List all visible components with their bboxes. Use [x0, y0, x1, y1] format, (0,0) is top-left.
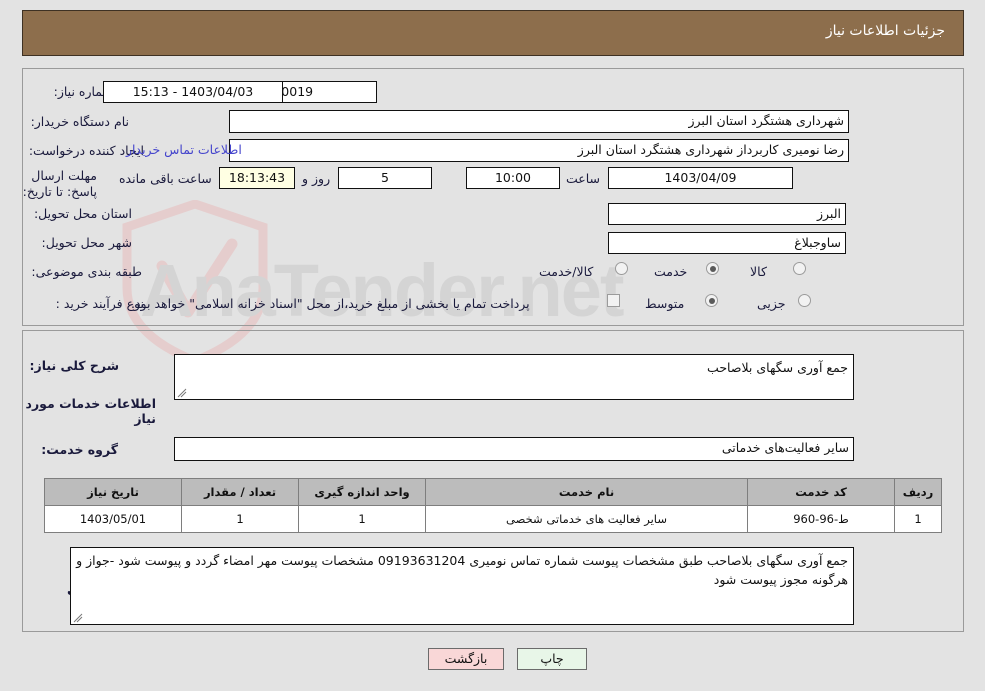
- process-label: نوع فرآیند خرید :: [55, 296, 144, 311]
- th-name: نام خدمت: [425, 478, 748, 506]
- cell-unit: 1: [298, 505, 426, 533]
- category-label-kala-khedmat: کالا/خدمت: [539, 264, 594, 279]
- category-radio-kala-khedmat[interactable]: [615, 262, 628, 275]
- th-unit: واحد اندازه گیری: [298, 478, 426, 506]
- province-value: البرز: [608, 203, 846, 225]
- cell-code: ط-96-960: [747, 505, 895, 533]
- services-table: ردیف کد خدمت نام خدمت واحد اندازه گیری ت…: [44, 478, 942, 533]
- resize-grip-icon[interactable]: [177, 388, 187, 398]
- remarks-text: جمع آوری سگهای بلاصاحب طبق مشخصات پیوست …: [76, 553, 848, 587]
- process-radio-motavasset[interactable]: [705, 294, 718, 307]
- process-label-motavasset: متوسط: [645, 296, 685, 311]
- category-radio-khedmat[interactable]: [706, 262, 719, 275]
- city-label: شهر محل تحویل:: [41, 235, 132, 250]
- cell-name: سایر فعالیت های خدماتی شخصی: [425, 505, 748, 533]
- page-root: AnaTender.net جزئیات اطلاعات نیاز شماره …: [0, 0, 985, 691]
- th-quantity: تعداد / مقدار: [181, 478, 299, 506]
- summary-label: شرح کلی نیاز:: [29, 358, 119, 373]
- category-label-khedmat: خدمت: [654, 264, 688, 279]
- buyer-contact-link[interactable]: اطلاعات تماس خریدار: [126, 142, 242, 157]
- deadline-date-value: 1403/04/09: [608, 167, 793, 189]
- services-heading: اطلاعات خدمات مورد نیاز: [25, 396, 156, 426]
- treasury-bonds-checkbox[interactable]: [607, 294, 620, 307]
- table-row: 1 ط-96-960 سایر فعالیت های خدماتی شخصی 1…: [44, 505, 942, 533]
- cell-quantity: 1: [181, 505, 299, 533]
- page-header-bar: جزئیات اطلاعات نیاز: [22, 10, 964, 56]
- category-label-kala: کالا: [750, 264, 767, 279]
- table-header-row: ردیف کد خدمت نام خدمت واحد اندازه گیری ت…: [44, 478, 942, 506]
- countdown-value: 18:13:43: [219, 167, 295, 189]
- city-value: ساوجبلاغ: [608, 232, 846, 254]
- announce-datetime-value: 1403/04/03 - 15:13: [103, 81, 283, 103]
- resize-grip-icon[interactable]: [73, 613, 83, 623]
- need-info-panel: [22, 68, 964, 326]
- days-label: روز و: [302, 171, 331, 186]
- th-code: کد خدمت: [747, 478, 895, 506]
- deadline-hour-label: ساعت: [566, 171, 601, 186]
- th-radif: ردیف: [894, 478, 942, 506]
- buyer-org-label: نام دستگاه خریدار:: [30, 114, 129, 129]
- countdown-label: ساعت باقی مانده: [119, 171, 212, 186]
- summary-textarea[interactable]: جمع آوری سگهای بلاصاحب: [174, 354, 854, 400]
- summary-text: جمع آوری سگهای بلاصاحب: [707, 360, 848, 375]
- deadline-hour-value: 10:00: [466, 167, 560, 189]
- days-remaining-value: 5: [338, 167, 432, 189]
- creator-value: رضا نومیری کاربرداز شهرداری هشتگرد استان…: [229, 139, 849, 162]
- process-label-jozi: جزیی: [757, 296, 786, 311]
- category-radio-kala[interactable]: [793, 262, 806, 275]
- service-group-label: گروه خدمت:: [41, 442, 118, 457]
- print-button[interactable]: چاپ: [517, 648, 587, 670]
- page-title: جزئیات اطلاعات نیاز: [825, 23, 945, 39]
- th-date: تاریخ نیاز: [44, 478, 182, 506]
- cell-date: 1403/05/01: [44, 505, 182, 533]
- treasury-note-text: پرداخت تمام یا بخشی از مبلغ خرید،از محل …: [131, 296, 530, 311]
- remarks-textarea[interactable]: جمع آوری سگهای بلاصاحب طبق مشخصات پیوست …: [70, 547, 854, 625]
- category-label: طبقه بندی موضوعی:: [31, 264, 142, 279]
- process-radio-jozi[interactable]: [798, 294, 811, 307]
- province-label: استان محل تحویل:: [33, 206, 132, 221]
- buyer-org-value: شهرداری هشتگرد استان البرز: [229, 110, 849, 133]
- service-group-value: سایر فعالیت‌های خدماتی: [174, 437, 854, 461]
- need-number-label: شماره نیاز:: [53, 84, 113, 99]
- deadline-label: مهلت ارسال پاسخ: تا تاریخ:: [22, 168, 97, 199]
- back-button[interactable]: بازگشت: [428, 648, 504, 670]
- cell-radif: 1: [894, 505, 942, 533]
